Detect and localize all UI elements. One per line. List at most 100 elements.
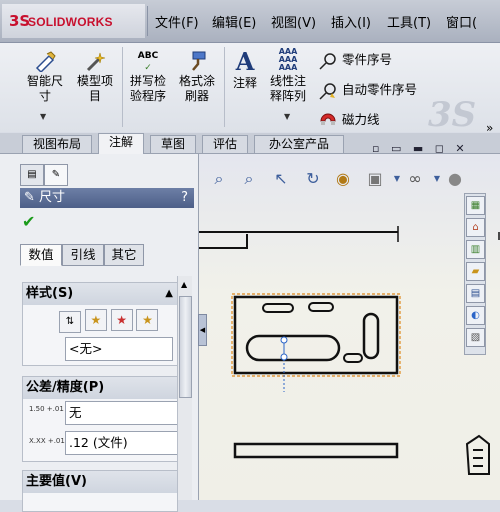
format-painter-label-2: 刷器	[184, 89, 209, 103]
feature-manager-icon[interactable]: ▤	[20, 164, 44, 186]
style-select[interactable]: <无>	[65, 337, 173, 361]
style-group: 样式(S) ▲ ⇅ ★ ★ ★ <无>	[22, 282, 178, 366]
format-painter-label-1: 格式涂	[178, 74, 215, 88]
tolerance-type-select[interactable]: 无	[65, 401, 187, 425]
task-pane-tabs: ▦ ⌂ ▥ ▰ ▤ ◐ ▧	[464, 193, 486, 355]
add-style-icon[interactable]: ★	[84, 309, 107, 331]
linear-note-pattern-button[interactable]: AAA AAA AAA 线性注 释阵列	[264, 48, 312, 104]
spellcheck-icon: ABC ✓	[137, 51, 159, 73]
tolerance-group-header[interactable]: 公差/精度(P)	[23, 377, 177, 399]
zoom-fit-icon[interactable]: ⌕	[208, 168, 230, 190]
restore-icon[interactable]: ▫	[372, 142, 379, 155]
tab-value[interactable]: 数值	[20, 244, 62, 266]
smart-dimension-button[interactable]: 智能尺 寸	[22, 50, 68, 104]
menu-divider	[147, 6, 148, 36]
note-icon: A	[235, 47, 255, 76]
tab-evaluate[interactable]: 评估	[202, 135, 248, 153]
tab-annotation[interactable]: 注解	[98, 133, 144, 154]
ribbon-divider	[224, 47, 225, 127]
zoom-area-icon[interactable]: ⌕	[238, 168, 260, 190]
ribbon-divider	[122, 47, 123, 127]
title-bar: 3S SOLIDWORKS 文件(F) 编辑(E) 视图(V) 插入(I) 工具…	[0, 0, 500, 43]
drawing-sheet	[199, 226, 500, 475]
appearances-icon[interactable]: ◐	[466, 306, 485, 325]
panel-collapse-handle[interactable]: ◀	[198, 314, 207, 346]
balloon-button[interactable]: 零件序号	[318, 49, 392, 70]
logo-text: SOLIDWORKS	[28, 15, 113, 29]
help-icon[interactable]: ?	[181, 188, 188, 208]
folder-icon[interactable]: ▰	[466, 262, 485, 281]
collapse-icon[interactable]: ▲	[162, 283, 173, 305]
close-icon[interactable]: ✕	[455, 142, 464, 155]
maximize-icon[interactable]: ◻	[435, 142, 444, 155]
panel-title: 尺寸	[39, 190, 66, 205]
spell-check-label-2: 验程序	[129, 89, 166, 103]
apply-style-icon[interactable]: ⇅	[59, 311, 81, 333]
panel-scrollbar[interactable]: ▲	[177, 276, 192, 500]
previous-view-icon[interactable]: ↖	[270, 168, 292, 190]
smart-dimension-label-2: 寸	[38, 89, 51, 103]
menu-insert[interactable]: 插入(I)	[331, 12, 371, 31]
magnetic-line-button[interactable]: 磁力线	[318, 109, 380, 130]
auto-balloon-button[interactable]: 自动零件序号	[318, 79, 417, 100]
auto-balloon-icon	[318, 82, 338, 100]
save-style-icon[interactable]: ★	[136, 309, 159, 331]
section-view-icon[interactable]: ◉	[332, 168, 354, 190]
magic-wand-icon	[86, 52, 106, 72]
magnetic-line-label: 磁力线	[342, 112, 380, 127]
menu-view[interactable]: 视图(V)	[271, 12, 316, 31]
tolerance-group: 公差/精度(P) 1.50 +.01 -.01 无 X.XX +.01 .12 …	[22, 376, 187, 462]
property-manager: ▤ ✎ ✎ 尺寸 ? ✔ 数值 引线 其它 样式(S) ▲ ⇅ ★ ★ ★ <无…	[0, 154, 199, 512]
library-icon[interactable]: ▥	[466, 240, 485, 259]
style-buttons: ⇅ ★ ★ ★	[59, 309, 159, 333]
custom-properties-icon[interactable]: ▧	[466, 328, 485, 347]
view-palette-icon[interactable]: ▤	[466, 284, 485, 303]
graphics-area[interactable]	[199, 154, 500, 500]
tab-leaders[interactable]: 引线	[62, 244, 104, 266]
style-title: 样式(S)	[26, 286, 74, 301]
view-orientation-icon[interactable]: ▣	[364, 168, 386, 190]
linear-note-pattern-label-2: 释阵列	[269, 89, 306, 103]
auto-balloon-label: 自动零件序号	[342, 82, 418, 97]
solidworks-logo[interactable]: 3S SOLIDWORKS	[2, 4, 145, 38]
ok-check-icon[interactable]: ✔	[22, 212, 35, 231]
scroll-up-icon[interactable]: ▲	[181, 280, 187, 289]
tolerance-title: 公差/精度(P)	[26, 380, 105, 395]
primary-value-group: 主要值(V)	[22, 470, 178, 512]
note-button[interactable]: A 注释	[228, 50, 262, 91]
property-manager-icon[interactable]: ✎	[44, 164, 68, 186]
model-items-button[interactable]: 模型项 目	[72, 50, 118, 104]
appearance-icon[interactable]: ●	[444, 168, 466, 190]
menu-tools[interactable]: 工具(T)	[387, 12, 431, 31]
precision-icon: X.XX +.01	[29, 437, 65, 445]
menu-window[interactable]: 窗口(	[446, 12, 477, 31]
menu-file[interactable]: 文件(F)	[155, 12, 199, 31]
style-group-header[interactable]: 样式(S) ▲	[23, 283, 177, 305]
smart-dimension-dropdown-icon[interactable]: ▼	[40, 112, 46, 121]
spell-check-button[interactable]: ABC ✓ 拼写检 验程序	[124, 50, 172, 104]
hide-show-icon[interactable]: ∞	[404, 168, 426, 190]
precision-select[interactable]: .12 (文件)	[65, 431, 187, 455]
menu-edit[interactable]: 编辑(E)	[212, 12, 256, 31]
delete-style-icon[interactable]: ★	[110, 309, 133, 331]
primary-value-title: 主要值(V)	[26, 474, 87, 489]
balloon-icon	[318, 52, 338, 70]
tab-other[interactable]: 其它	[104, 244, 144, 266]
primary-value-group-header[interactable]: 主要值(V)	[23, 471, 177, 493]
viewport-controls: ▫ ▭ ▬ ◻ ✕	[372, 142, 465, 155]
note-label: 注释	[232, 76, 257, 90]
tile-icon[interactable]: ▭	[391, 142, 401, 155]
tab-office-products[interactable]: 办公室产品	[254, 135, 344, 153]
smart-dimension-label-1: 智能尺	[26, 74, 63, 88]
magnet-icon	[318, 112, 338, 130]
resources-icon[interactable]: ▦	[466, 196, 485, 215]
spell-check-label-1: 拼写检	[129, 74, 166, 88]
tab-view-layout[interactable]: 视图布局	[22, 135, 92, 153]
pattern-dropdown-icon[interactable]: ▼	[284, 112, 290, 121]
rotate-icon[interactable]: ↻	[302, 168, 324, 190]
scroll-thumb[interactable]	[179, 296, 192, 398]
tab-sketch[interactable]: 草图	[150, 135, 196, 153]
format-painter-button[interactable]: 格式涂 刷器	[174, 50, 220, 104]
minimize-icon[interactable]: ▬	[413, 142, 423, 155]
home-icon[interactable]: ⌂	[466, 218, 485, 237]
